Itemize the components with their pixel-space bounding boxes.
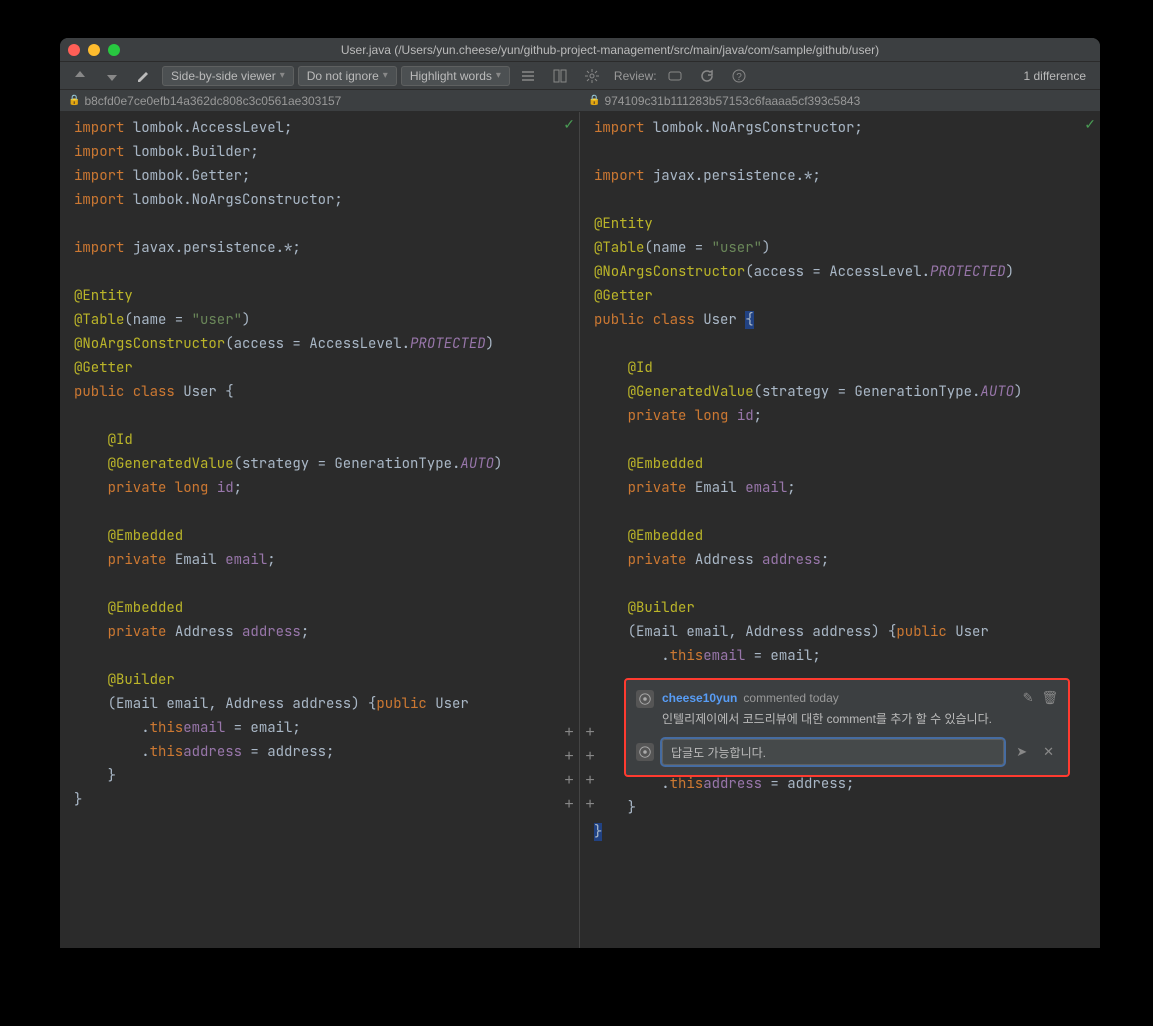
lock-icon: 🔒 [68, 95, 80, 106]
review-checkout-button[interactable] [661, 65, 689, 87]
titlebar: User.java (/Users/yun.cheese/yun/github-… [60, 38, 1100, 62]
ignore-mode-dropdown[interactable]: Do not ignore [298, 66, 397, 86]
right-pane[interactable]: ✓ import lombok.NoArgsConstructor; impor… [580, 112, 1100, 948]
add-line-markers-left: + + + + [561, 724, 577, 818]
help-button[interactable]: ? [725, 65, 753, 87]
add-line-button[interactable]: + [561, 772, 577, 794]
close-reply-icon[interactable]: ✕ [1039, 744, 1058, 760]
avatar [636, 743, 654, 761]
traffic-lights [68, 44, 120, 56]
comment-text: 인텔리제이에서 코드리뷰에 대한 comment를 추가 할 수 있습니다. [662, 710, 1058, 727]
window-title: User.java (/Users/yun.cheese/yun/github-… [128, 43, 1092, 57]
edit-button[interactable] [130, 65, 158, 87]
close-window-button[interactable] [68, 44, 80, 56]
check-icon: ✓ [563, 116, 575, 133]
comment-author[interactable]: cheese10yun [662, 691, 737, 705]
diff-window: User.java (/Users/yun.cheese/yun/github-… [60, 38, 1100, 948]
review-label: Review: [614, 69, 657, 83]
refresh-button[interactable] [693, 65, 721, 87]
maximize-window-button[interactable] [108, 44, 120, 56]
send-reply-icon[interactable]: ➤ [1012, 744, 1031, 760]
add-line-markers-right: + + + + [582, 724, 598, 818]
add-line-button[interactable]: + [582, 748, 598, 770]
left-revision: 🔒 b8cfd0e7ce0efb14a362dc808c3c0561ae3031… [60, 90, 580, 111]
add-line-button[interactable]: + [561, 796, 577, 818]
diff-toolbar: Side-by-side viewer Do not ignore Highli… [60, 62, 1100, 90]
viewer-mode-dropdown[interactable]: Side-by-side viewer [162, 66, 294, 86]
add-line-button[interactable]: + [582, 724, 598, 746]
left-hash: b8cfd0e7ce0efb14a362dc808c3c0561ae303157 [84, 94, 341, 108]
reply-row: ➤ ✕ [632, 735, 1062, 769]
right-revision: 🔒 974109c31b111283b57153c6faaaa5cf393c58… [580, 90, 1100, 111]
lock-icon: 🔒 [588, 95, 600, 106]
edit-comment-icon[interactable]: ✎ [1023, 690, 1034, 706]
check-icon: ✓ [1084, 116, 1096, 133]
collapse-button[interactable] [514, 65, 542, 87]
settings-button[interactable] [578, 65, 606, 87]
add-line-button[interactable]: + [582, 772, 598, 794]
delete-comment-icon[interactable]: 🗑 [1041, 690, 1058, 706]
svg-text:?: ? [736, 72, 742, 83]
minimize-window-button[interactable] [88, 44, 100, 56]
next-diff-button[interactable] [98, 65, 126, 87]
comment-row: cheese10yun commented today ✎ 🗑 인텔리제이에서 … [632, 686, 1062, 731]
highlight-mode-dropdown[interactable]: Highlight words [401, 66, 510, 86]
add-line-button[interactable]: + [561, 724, 577, 746]
right-hash: 974109c31b111283b57153c6faaaa5cf393c5843 [604, 94, 860, 108]
diff-panes: ✓ import lombok.AccessLevel; import lomb… [60, 112, 1100, 948]
reply-input[interactable] [662, 739, 1004, 765]
left-pane[interactable]: ✓ import lombok.AccessLevel; import lomb… [60, 112, 580, 948]
diff-count-label: 1 difference [1016, 69, 1095, 83]
avatar [636, 690, 654, 708]
add-line-button[interactable]: + [561, 748, 577, 770]
prev-diff-button[interactable] [66, 65, 94, 87]
revision-bar: 🔒 b8cfd0e7ce0efb14a362dc808c3c0561ae3031… [60, 90, 1100, 112]
add-line-button[interactable]: + [582, 796, 598, 818]
review-comment-box: cheese10yun commented today ✎ 🗑 인텔리제이에서 … [624, 678, 1070, 777]
right-code: import lombok.NoArgsConstructor; import … [580, 112, 1100, 668]
sync-scroll-button[interactable] [546, 65, 574, 87]
comment-meta: commented today [743, 691, 838, 705]
left-code: import lombok.AccessLevel; import lombok… [60, 112, 579, 812]
